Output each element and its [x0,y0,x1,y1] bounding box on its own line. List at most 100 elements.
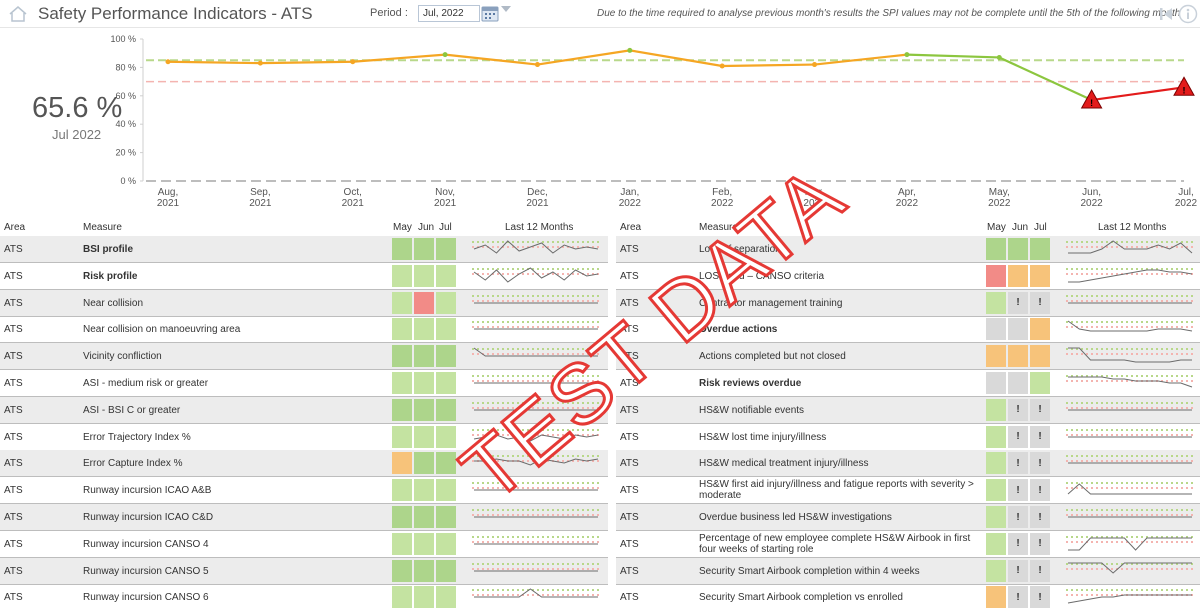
status-cell-may[interactable] [392,238,412,260]
status-cell-jun[interactable] [414,264,434,287]
status-cell-may[interactable] [986,586,1006,609]
data-point[interactable] [350,59,356,65]
row-measure[interactable]: Security Smart Airbook completion vs enr… [699,592,989,603]
status-cell-jul[interactable] [436,559,456,582]
table-row[interactable]: ATS Loss of separation [616,236,1200,263]
table-row[interactable]: ATS Error Trajectory Index % [0,424,608,451]
status-cell-jul[interactable]: ! [1030,506,1050,528]
table-row[interactable]: ATS Contractor management training!! [616,289,1200,317]
status-cell-may[interactable] [392,586,412,609]
status-cell-may[interactable] [986,318,1006,341]
table-row[interactable]: ATS BSI profile [0,236,608,263]
table-row[interactable]: ATS Overdue business led HS&W investigati… [616,504,1200,531]
data-point[interactable] [442,52,448,58]
sparkline[interactable] [472,425,600,449]
row-measure[interactable]: Actions completed but not closed [699,351,989,362]
status-cell-may[interactable] [986,479,1006,502]
row-measure[interactable]: Error Trajectory Index % [83,432,383,443]
status-cell-jun[interactable] [414,345,434,368]
row-measure[interactable]: Near collision on manoeuvring area [83,324,383,335]
status-cell-may[interactable] [392,291,412,314]
sparkline[interactable] [472,237,600,261]
status-cell-jun[interactable]: ! [1008,559,1028,582]
sparkline[interactable] [1066,264,1194,288]
table-row[interactable]: ATS Actions completed but not closed [616,343,1200,371]
status-cell-may[interactable] [986,452,1006,475]
status-cell-jul[interactable] [436,479,456,502]
status-cell-jun[interactable] [1008,238,1028,260]
status-cell-may[interactable] [986,372,1006,394]
status-cell-jun[interactable] [1008,264,1028,287]
table-row[interactable]: ATS Runway incursion CANSO 6 [0,584,608,610]
sparkline[interactable] [472,317,600,341]
status-cell-jul[interactable]: ! [1030,291,1050,314]
table-row[interactable]: ATS HS&W first aid injury/illness and fat… [616,477,1200,505]
data-point[interactable] [719,63,725,69]
status-cell-jun[interactable]: ! [1008,398,1028,421]
status-cell-jul[interactable] [436,345,456,368]
table-row[interactable]: ATS Percentage of new employee complete H… [616,531,1200,558]
sparkline[interactable] [1066,344,1194,368]
status-cell-jul[interactable] [1030,264,1050,287]
row-measure[interactable]: Near collision [83,298,383,309]
status-cell-jun[interactable]: ! [1008,506,1028,528]
status-cell-may[interactable] [986,506,1006,528]
row-measure[interactable]: Runway incursion ICAO A&B [83,485,383,496]
sparkline[interactable] [1066,371,1194,395]
row-measure[interactable]: Vicinity confliction [83,351,383,362]
row-measure[interactable]: Security Smart Airbook completion within… [699,566,989,577]
status-cell-jul[interactable] [1030,372,1050,394]
status-cell-may[interactable] [392,345,412,368]
status-cell-jul[interactable]: ! [1030,479,1050,502]
status-cell-may[interactable] [986,425,1006,448]
status-cell-jul[interactable] [436,238,456,260]
sparkline[interactable] [1066,585,1194,609]
status-cell-jul[interactable]: ! [1030,532,1050,555]
status-cell-may[interactable] [392,559,412,582]
status-cell-jun[interactable] [414,506,434,528]
row-measure[interactable]: Overdue actions [699,324,989,335]
sparkline[interactable] [1066,505,1194,529]
status-cell-jul[interactable] [1030,318,1050,341]
table-row[interactable]: ATS Near collision [0,289,608,317]
data-point[interactable] [904,52,910,58]
status-cell-jun[interactable]: ! [1008,452,1028,475]
row-measure[interactable]: Error Capture Index % [83,458,383,469]
sparkline[interactable] [1066,532,1194,556]
status-cell-jul[interactable] [436,372,456,394]
row-measure[interactable]: ASI - medium risk or greater [83,378,383,389]
status-cell-jul[interactable] [1030,238,1050,260]
row-measure[interactable]: ASI - BSI C or greater [83,405,383,416]
table-row[interactable]: ATS HS&W lost time injury/illness!! [616,424,1200,451]
status-cell-jul[interactable]: ! [1030,425,1050,448]
status-cell-jun[interactable] [414,238,434,260]
table-row[interactable]: ATS Risk profile [0,263,608,290]
status-cell-may[interactable] [986,345,1006,368]
status-cell-jun[interactable] [414,398,434,421]
status-cell-may[interactable] [392,506,412,528]
status-cell-may[interactable] [986,532,1006,555]
row-measure[interactable]: HS&W medical treatment injury/illness [699,458,989,469]
sparkline[interactable] [1066,317,1194,341]
status-cell-jul[interactable] [436,532,456,555]
status-cell-jun[interactable] [414,425,434,448]
status-cell-jul[interactable]: ! [1030,559,1050,582]
status-cell-jun[interactable]: ! [1008,586,1028,609]
status-cell-jun[interactable] [414,479,434,502]
status-cell-jul[interactable]: ! [1030,398,1050,421]
status-cell-jul[interactable]: ! [1030,452,1050,475]
status-cell-jul[interactable]: ! [1030,586,1050,609]
table-row[interactable]: ATS Runway incursion CANSO 4 [0,531,608,558]
status-cell-jul[interactable] [436,452,456,475]
data-point[interactable] [812,62,818,68]
status-cell-may[interactable] [986,264,1006,287]
table-row[interactable]: ATS ASI - BSI C or greater [0,396,608,424]
status-cell-may[interactable] [392,398,412,421]
sparkline[interactable] [1066,478,1194,502]
row-measure[interactable]: HS&W lost time injury/illness [699,432,989,443]
table-row[interactable]: ATS LOS trend – CANSO criteria [616,263,1200,290]
status-cell-may[interactable] [986,559,1006,582]
status-cell-may[interactable] [986,398,1006,421]
status-cell-may[interactable] [392,532,412,555]
home-icon[interactable] [8,5,28,23]
